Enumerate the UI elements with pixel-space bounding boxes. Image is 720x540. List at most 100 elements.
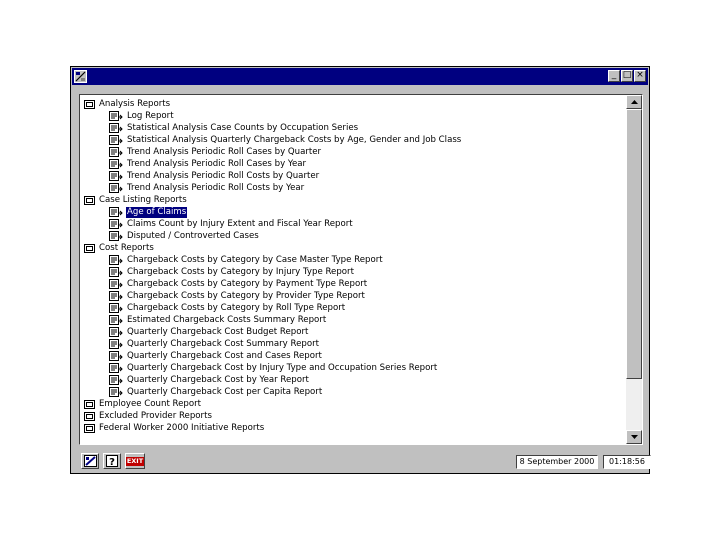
tree-category[interactable]: Cost Reports xyxy=(84,242,155,254)
report-icon xyxy=(109,351,126,361)
tree-category[interactable]: Case Listing Reports xyxy=(84,194,188,206)
tree-item-label: Chargeback Costs by Category by Case Mas… xyxy=(127,254,383,265)
tree-report-item[interactable]: Log Report xyxy=(109,110,175,122)
tree-item-label: Quarterly Chargeback Cost Summary Report xyxy=(127,338,319,349)
report-icon xyxy=(109,159,126,169)
folder-open-icon xyxy=(84,411,98,421)
time-display: 01:18:56 xyxy=(603,455,651,469)
tree-item-label: Trend Analysis Periodic Roll Cases by Ye… xyxy=(127,158,307,169)
tree-item-label: Case Listing Reports xyxy=(99,194,187,205)
tree-item-label: Quarterly Chargeback Cost per Capita Rep… xyxy=(127,386,323,397)
date-display: 8 September 2000 xyxy=(516,455,598,469)
status-bar: ? EXIT 8 September 2000 01:18:56 xyxy=(79,453,651,471)
tree-item-label: Chargeback Costs by Category by Injury T… xyxy=(127,266,354,277)
report-icon xyxy=(109,375,126,385)
report-icon xyxy=(109,111,126,121)
tree-report-item[interactable]: Chargeback Costs by Category by Injury T… xyxy=(109,266,355,278)
report-tree: Analysis Reports Log Report Statistical An… xyxy=(80,95,626,444)
reports-window: _ □ × Analysis Reports Log Report Statisti… xyxy=(70,66,651,474)
tree-report-item[interactable]: Trend Analysis Periodic Roll Cases by Qu… xyxy=(109,146,322,158)
tree-report-item[interactable]: Estimated Chargeback Costs Summary Repor… xyxy=(109,314,327,326)
arrow-up-icon xyxy=(630,100,638,104)
svg-text:?: ? xyxy=(109,457,115,467)
tree-report-item[interactable]: Quarterly Chargeback Cost and Cases Repo… xyxy=(109,350,323,362)
help-button[interactable]: ? xyxy=(103,453,121,469)
tree-report-item[interactable]: Age of Claims xyxy=(109,205,189,219)
report-tool-button[interactable] xyxy=(81,453,99,469)
tree-item-label: Quarterly Chargeback Cost Budget Report xyxy=(127,326,309,337)
report-icon xyxy=(109,327,126,337)
report-icon xyxy=(109,207,126,217)
scroll-up-button[interactable] xyxy=(626,95,642,109)
app-icon[interactable] xyxy=(74,70,87,83)
tree-report-item[interactable]: Quarterly Chargeback Cost Budget Report xyxy=(109,326,309,338)
report-tree-panel: Analysis Reports Log Report Statistical An… xyxy=(79,94,643,445)
tree-report-item[interactable]: Trend Analysis Periodic Roll Cases by Ye… xyxy=(109,158,307,170)
report-icon xyxy=(109,135,126,145)
tree-item-label: Analysis Reports xyxy=(99,98,171,109)
tree-report-item[interactable]: Disputed / Controverted Cases xyxy=(109,230,260,242)
tree-report-item[interactable]: Quarterly Chargeback Cost Summary Report xyxy=(109,338,320,350)
exit-label: EXIT xyxy=(125,456,145,466)
vertical-scrollbar[interactable] xyxy=(626,95,642,444)
tree-report-item[interactable]: Chargeback Costs by Category by Case Mas… xyxy=(109,254,384,266)
tree-category[interactable]: Federal Worker 2000 Initiative Reports xyxy=(84,422,265,434)
help-icon: ? xyxy=(106,455,118,467)
tree-item-label: Excluded Provider Reports xyxy=(99,410,212,421)
tree-item-label: Employee Count Report xyxy=(99,398,202,409)
tree-category[interactable]: Analysis Reports xyxy=(84,98,171,110)
maximize-button[interactable]: □ xyxy=(621,70,633,82)
tree-report-item[interactable]: Chargeback Costs by Category by Roll Typ… xyxy=(109,302,346,314)
report-icon xyxy=(109,231,126,241)
exit-button[interactable]: EXIT xyxy=(125,453,145,469)
tree-item-label: Disputed / Controverted Cases xyxy=(127,230,259,241)
tree-item-label: Age of Claims xyxy=(124,205,189,219)
tree-report-item[interactable]: Chargeback Costs by Category by Payment … xyxy=(109,278,368,290)
report-icon xyxy=(109,171,126,181)
scroll-down-button[interactable] xyxy=(626,430,642,444)
tree-report-item[interactable]: Trend Analysis Periodic Roll Costs by Ye… xyxy=(109,182,305,194)
report-icon xyxy=(109,303,126,313)
scroll-thumb[interactable] xyxy=(626,109,642,379)
tree-item-label: Chargeback Costs by Category by Payment … xyxy=(127,278,368,289)
tree-category[interactable]: Excluded Provider Reports xyxy=(84,410,213,422)
tree-report-item[interactable]: Quarterly Chargeback Cost by Injury Type… xyxy=(109,362,438,374)
tree-report-item[interactable]: Quarterly Chargeback Cost per Capita Rep… xyxy=(109,386,323,398)
tree-item-label: Estimated Chargeback Costs Summary Repor… xyxy=(127,314,327,325)
folder-open-icon xyxy=(84,99,98,109)
folder-open-icon xyxy=(84,423,98,433)
tree-report-item[interactable]: Chargeback Costs by Category by Provider… xyxy=(109,290,366,302)
report-wizard-icon xyxy=(83,455,97,467)
tree-item-label: Trend Analysis Periodic Roll Costs by Qu… xyxy=(127,170,320,181)
minimize-button[interactable]: _ xyxy=(608,70,620,82)
tree-item-label: Trend Analysis Periodic Roll Costs by Ye… xyxy=(127,182,305,193)
report-icon xyxy=(109,279,126,289)
tree-report-item[interactable]: Quarterly Chargeback Cost by Year Report xyxy=(109,374,310,386)
tree-item-label: Trend Analysis Periodic Roll Cases by Qu… xyxy=(127,146,322,157)
tree-item-label: Cost Reports xyxy=(99,242,154,253)
report-icon xyxy=(109,387,126,397)
tree-item-label: Log Report xyxy=(127,110,174,121)
tree-item-label: Quarterly Chargeback Cost by Injury Type… xyxy=(127,362,438,373)
report-icon xyxy=(109,339,126,349)
tree-item-label: Federal Worker 2000 Initiative Reports xyxy=(99,422,265,433)
report-icon xyxy=(109,315,126,325)
folder-open-icon xyxy=(84,243,98,253)
tree-item-label: Quarterly Chargeback Cost by Year Report xyxy=(127,374,309,385)
tree-item-label: Claims Count by Injury Extent and Fiscal… xyxy=(127,218,353,229)
report-icon xyxy=(109,183,126,193)
title-bar[interactable]: _ □ × xyxy=(72,68,648,85)
tree-report-item[interactable]: Claims Count by Injury Extent and Fiscal… xyxy=(109,218,354,230)
report-icon xyxy=(109,147,126,157)
tree-report-item[interactable]: Statistical Analysis Quarterly Chargebac… xyxy=(109,134,462,146)
close-button[interactable]: × xyxy=(634,70,646,82)
report-icon xyxy=(109,363,126,373)
folder-open-icon xyxy=(84,195,98,205)
tree-category[interactable]: Employee Count Report xyxy=(84,398,202,410)
tree-report-item[interactable]: Statistical Analysis Case Counts by Occu… xyxy=(109,122,359,134)
report-icon xyxy=(109,255,126,265)
arrow-down-icon xyxy=(630,435,638,439)
report-icon xyxy=(109,123,126,133)
tree-item-label: Chargeback Costs by Category by Roll Typ… xyxy=(127,302,346,313)
tree-report-item[interactable]: Trend Analysis Periodic Roll Costs by Qu… xyxy=(109,170,320,182)
